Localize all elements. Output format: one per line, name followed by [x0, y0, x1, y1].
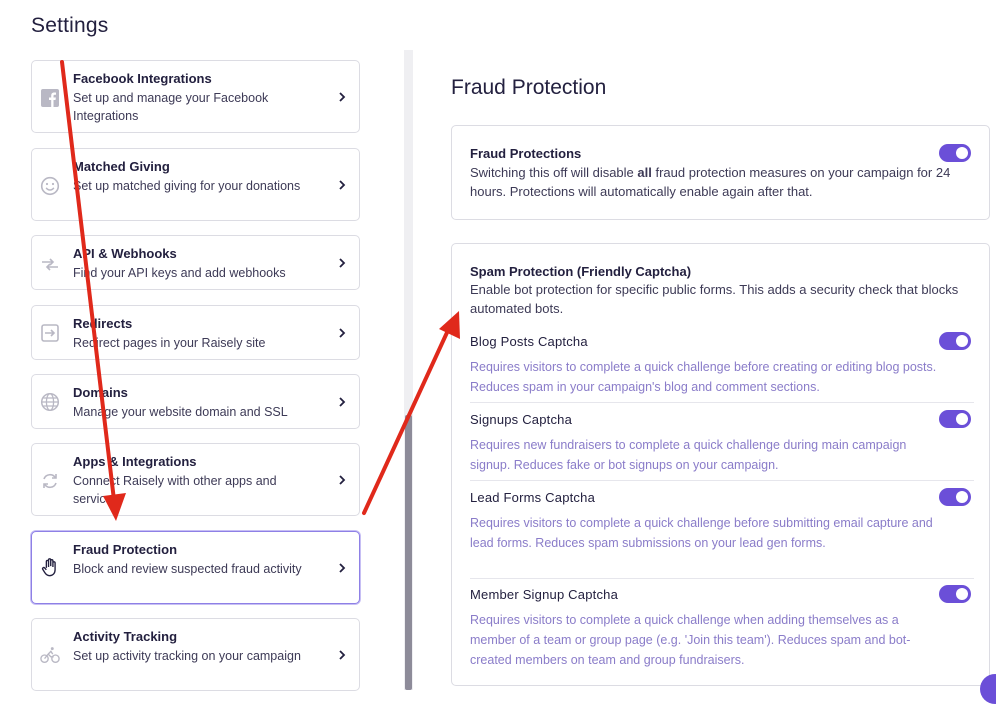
settings-item-title: Domains: [73, 385, 128, 400]
option-desc: Requires visitors to complete a quick ch…: [470, 360, 937, 394]
smiley-icon: [40, 176, 60, 196]
sync-icon: [40, 471, 60, 491]
settings-item-facebook-integrations[interactable]: Facebook Integrations Set up and manage …: [31, 60, 360, 133]
option-title: Blog Posts Captcha: [470, 334, 588, 349]
blog-posts-captcha-toggle[interactable]: [939, 332, 971, 350]
settings-item-domains[interactable]: Domains Manage your website domain and S…: [31, 374, 360, 429]
fraud-protections-text-bold: all: [637, 165, 652, 180]
settings-item-api-webhooks[interactable]: API & Webhooks Find your API keys and ad…: [31, 235, 360, 290]
hand-icon: [40, 557, 60, 577]
settings-item-title: Activity Tracking: [73, 629, 178, 644]
option-desc: Requires visitors to complete a quick ch…: [470, 516, 933, 550]
chevron-right-icon: [339, 92, 346, 102]
divider: [470, 402, 974, 403]
chevron-right-icon: [339, 475, 346, 485]
signups-captcha-toggle[interactable]: [939, 410, 971, 428]
settings-item-matched-giving[interactable]: Matched Giving Set up matched giving for…: [31, 148, 360, 221]
divider: [470, 480, 974, 481]
blog-posts-captcha-option: Blog Posts Captcha Requires visitors to …: [470, 334, 970, 397]
settings-item-desc: Find your API keys and add webhooks: [73, 266, 286, 280]
lead-forms-captcha-option: Lead Forms Captcha Requires visitors to …: [470, 490, 970, 553]
member-signup-captcha-toggle[interactable]: [939, 585, 971, 603]
cyclist-icon: [40, 645, 60, 665]
chevron-right-icon: [339, 563, 346, 573]
fraud-protections-panel: Fraud Protections Switching this off wil…: [451, 125, 990, 220]
fraud-protections-text: Switching this off will disable all frau…: [470, 163, 975, 201]
settings-item-title: Matched Giving: [73, 159, 170, 174]
settings-item-title: Facebook Integrations: [73, 71, 212, 86]
redirect-icon: [40, 323, 60, 343]
section-title: Fraud Protection: [451, 76, 607, 99]
lead-forms-captcha-toggle[interactable]: [939, 488, 971, 506]
option-desc: Requires new fundraisers to complete a q…: [470, 438, 907, 472]
chevron-right-icon: [339, 328, 346, 338]
settings-item-title: Redirects: [73, 316, 133, 331]
option-title: Member Signup Captcha: [470, 587, 618, 602]
settings-item-title: Fraud Protection: [73, 542, 178, 557]
spam-protection-title: Spam Protection (Friendly Captcha): [470, 264, 692, 279]
fraud-protections-title: Fraud Protections: [470, 146, 582, 161]
chevron-right-icon: [339, 180, 346, 190]
chevron-right-icon: [339, 650, 346, 660]
settings-item-title: Apps & Integrations: [73, 454, 197, 469]
settings-item-desc: Connect Raisely with other apps and serv…: [73, 474, 277, 506]
settings-item-desc: Set up and manage your Facebook Integrat…: [73, 91, 269, 123]
chevron-right-icon: [339, 258, 346, 268]
divider: [470, 578, 974, 579]
settings-item-activity-tracking[interactable]: Activity Tracking Set up activity tracki…: [31, 618, 360, 691]
settings-item-redirects[interactable]: Redirects Redirect pages in your Raisely…: [31, 305, 360, 360]
scrollbar-thumb[interactable]: [405, 415, 412, 690]
settings-item-desc: Manage your website domain and SSL: [73, 405, 288, 419]
fraud-protections-toggle[interactable]: [939, 144, 971, 162]
settings-item-desc: Set up matched giving for your donations: [73, 179, 301, 193]
option-desc: Requires visitors to complete a quick ch…: [470, 613, 911, 667]
transfer-arrows-icon: [40, 254, 60, 274]
spam-protection-panel: Spam Protection (Friendly Captcha) Enabl…: [451, 243, 990, 686]
globe-icon: [40, 392, 60, 412]
facebook-icon: [40, 88, 60, 108]
settings-item-fraud-protection[interactable]: Fraud Protection Block and review suspec…: [31, 531, 360, 604]
page-title: Settings: [31, 14, 109, 37]
settings-item-desc: Set up activity tracking on your campaig…: [73, 649, 301, 663]
settings-item-desc: Redirect pages in your Raisely site: [73, 336, 266, 350]
settings-item-apps-integrations[interactable]: Apps & Integrations Connect Raisely with…: [31, 443, 360, 516]
settings-item-title: API & Webhooks: [73, 246, 177, 261]
fraud-protections-text-part: Switching this off will disable: [470, 165, 638, 180]
signups-captcha-option: Signups Captcha Requires new fundraisers…: [470, 412, 970, 475]
option-title: Signups Captcha: [470, 412, 573, 427]
member-signup-captcha-option: Member Signup Captcha Requires visitors …: [470, 587, 970, 670]
option-title: Lead Forms Captcha: [470, 490, 595, 505]
chevron-right-icon: [339, 397, 346, 407]
settings-item-desc: Block and review suspected fraud activit…: [73, 562, 302, 576]
spam-protection-text: Enable bot protection for specific publi…: [470, 282, 959, 316]
